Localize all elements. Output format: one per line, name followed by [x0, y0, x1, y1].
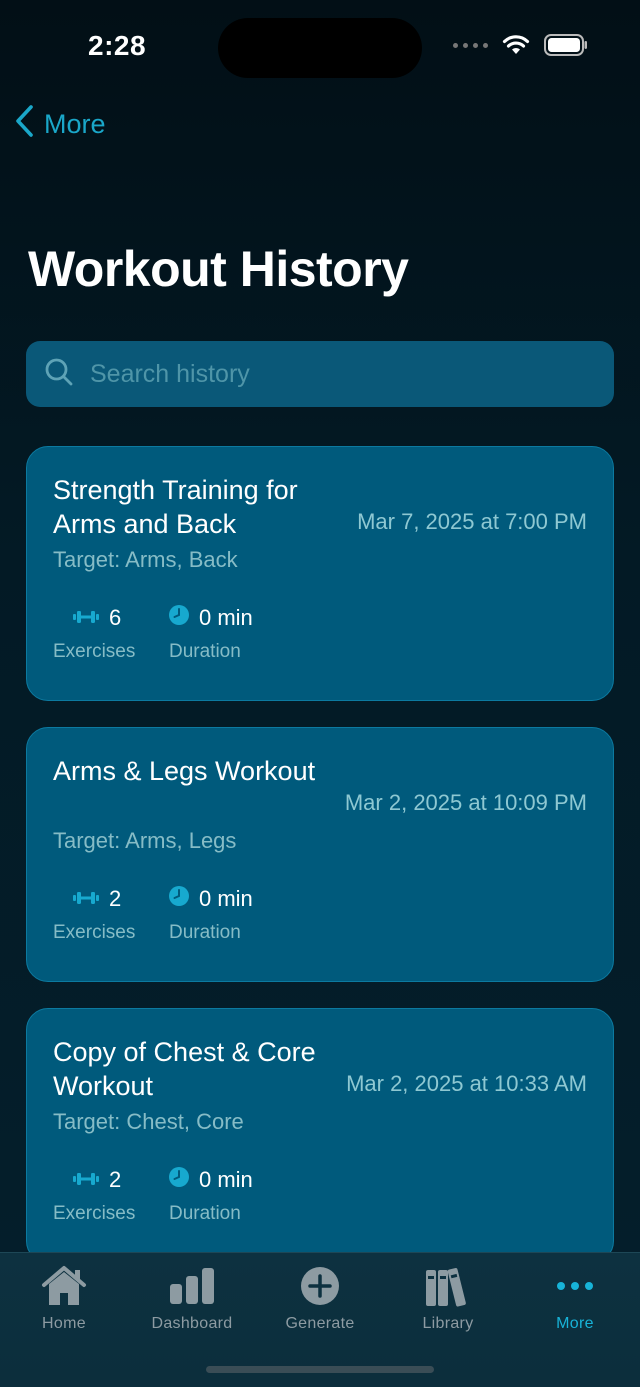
exercises-stat: 6 Exercises — [53, 605, 135, 663]
workout-date: Mar 2, 2025 at 10:33 AM — [346, 1071, 587, 1096]
duration-value: 0 min — [199, 886, 253, 911]
clock-icon — [169, 605, 189, 631]
exercises-label: Exercises — [53, 641, 136, 662]
workout-card[interactable]: Arms & Legs Workout Mar 2, 2025 at 10:09… — [26, 727, 614, 982]
exercises-count: 2 — [109, 1167, 122, 1192]
bar-chart-icon — [168, 1263, 216, 1309]
status-icons — [453, 34, 588, 56]
status-bar: 2:28 — [0, 0, 640, 96]
tab-label: Library — [422, 1315, 474, 1332]
house-icon — [40, 1263, 88, 1309]
duration-stat: 0 min Duration — [169, 605, 253, 663]
duration-label: Duration — [169, 641, 241, 662]
wifi-icon — [502, 34, 530, 56]
duration-value: 0 min — [199, 1167, 253, 1192]
workout-card[interactable]: Copy of Chest & Core Workout Mar 2, 2025… — [26, 1008, 614, 1263]
workout-title: Strength Training for Arms and Back — [53, 475, 298, 539]
dumbbell-icon — [73, 1167, 99, 1193]
search-input[interactable] — [90, 359, 570, 389]
exercises-stat: 2 Exercises — [53, 1167, 135, 1225]
home-indicator — [206, 1366, 434, 1373]
tab-generate[interactable]: Generate — [256, 1263, 384, 1343]
exercises-label: Exercises — [53, 922, 136, 943]
workout-title: Arms & Legs Workout — [53, 756, 316, 786]
duration-label: Duration — [169, 922, 241, 943]
workout-target: Target: Arms, Legs — [53, 828, 237, 853]
tab-label: More — [556, 1315, 594, 1332]
battery-icon — [544, 34, 588, 56]
dumbbell-icon — [73, 605, 99, 631]
tab-label: Dashboard — [151, 1315, 233, 1332]
page-title: Workout History — [28, 241, 409, 297]
tab-more[interactable]: More — [511, 1263, 639, 1343]
workout-target: Target: Arms, Back — [53, 547, 238, 572]
tab-label: Home — [42, 1315, 86, 1332]
back-button-label: More — [44, 109, 106, 139]
tab-dashboard[interactable]: Dashboard — [128, 1263, 256, 1343]
duration-stat: 0 min Duration — [169, 1167, 253, 1225]
tab-home[interactable]: Home — [0, 1263, 128, 1343]
clock-icon — [169, 1167, 189, 1193]
exercises-stat: 2 Exercises — [53, 886, 135, 944]
workout-title: Copy of Chest & Core Workout — [53, 1037, 316, 1101]
chevron-left-icon — [14, 104, 36, 145]
books-icon — [424, 1263, 472, 1309]
exercises-count: 2 — [109, 886, 122, 911]
status-time: 2:28 — [88, 30, 147, 61]
back-button[interactable]: More — [14, 104, 106, 145]
workout-date: Mar 7, 2025 at 7:00 PM — [357, 509, 587, 534]
cellular-signal-icon — [453, 42, 488, 48]
duration-stat: 0 min Duration — [169, 886, 253, 944]
workout-card[interactable]: Strength Training for Arms and Back Mar … — [26, 446, 614, 701]
duration-label: Duration — [169, 1203, 241, 1224]
search-bar[interactable] — [26, 341, 614, 407]
dumbbell-icon — [73, 886, 99, 912]
workout-date: Mar 2, 2025 at 10:09 PM — [344, 790, 587, 815]
ellipsis-icon — [555, 1263, 595, 1309]
clock-icon — [169, 886, 189, 912]
workout-target: Target: Chest, Core — [53, 1109, 244, 1134]
duration-value: 0 min — [199, 605, 253, 630]
tab-library[interactable]: Library — [384, 1263, 512, 1343]
exercises-count: 6 — [109, 605, 122, 630]
tab-label: Generate — [285, 1315, 355, 1332]
dynamic-island — [218, 18, 422, 78]
plus-circle-icon — [300, 1263, 340, 1309]
screen: 2:28 More Workout History Search history… — [0, 0, 640, 1387]
exercises-label: Exercises — [53, 1203, 136, 1224]
search-icon — [44, 357, 74, 392]
